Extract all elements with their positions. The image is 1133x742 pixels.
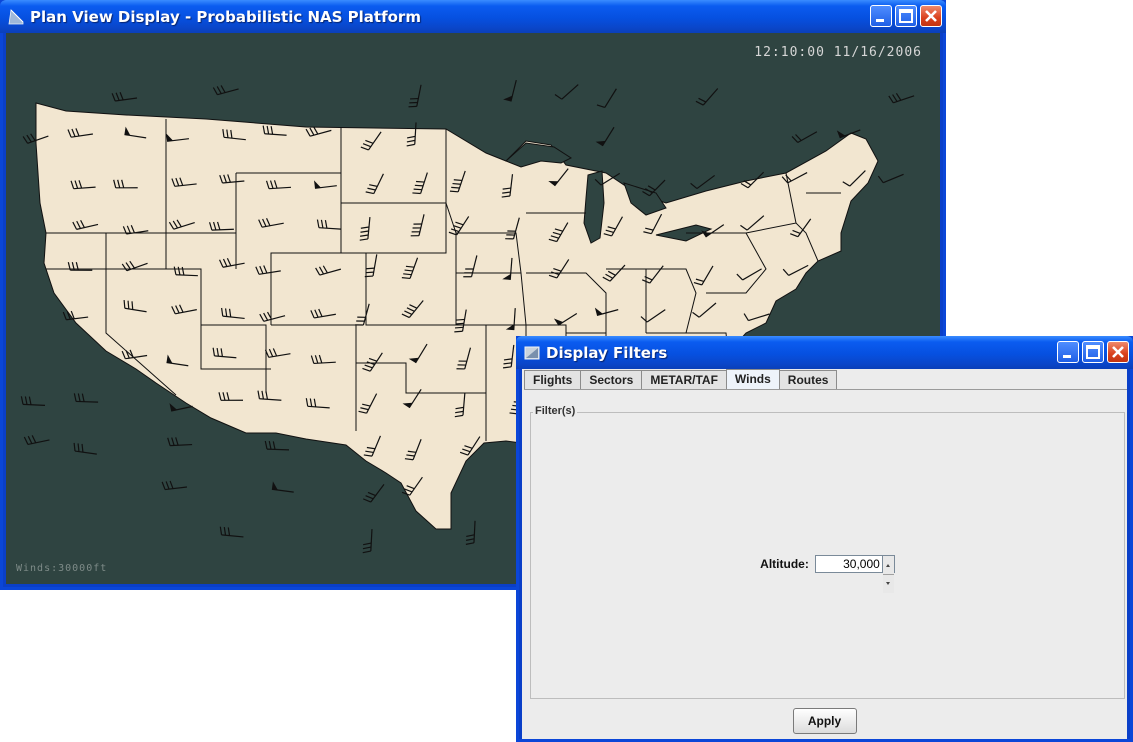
altitude-label: Altitude: xyxy=(760,557,809,571)
wind-barb xyxy=(212,85,239,96)
wind-barb xyxy=(888,93,915,104)
wind-barb xyxy=(219,526,244,538)
wind-barb xyxy=(554,84,579,100)
spin-up-button[interactable] xyxy=(882,556,894,574)
arrow-down-icon xyxy=(885,582,890,585)
altitude-input[interactable] xyxy=(814,555,883,573)
wind-barb xyxy=(877,173,904,184)
tab-routes[interactable]: Routes xyxy=(778,370,838,389)
minimize-button[interactable] xyxy=(1057,341,1079,363)
wind-barb xyxy=(264,440,290,451)
wind-barb xyxy=(271,481,294,493)
maximize-icon xyxy=(899,9,913,23)
spin-down-button[interactable] xyxy=(882,574,894,593)
altitude-spin-buttons xyxy=(882,555,895,593)
close-button[interactable] xyxy=(920,5,942,27)
close-icon xyxy=(925,10,937,22)
altitude-spinner xyxy=(814,555,895,593)
altitude-row: Altitude: xyxy=(531,555,1124,593)
wind-barb xyxy=(362,529,373,554)
tab-metar-taf[interactable]: METAR/TAF xyxy=(641,370,727,389)
winds-tab-panel: Filter(s) Altitude: xyxy=(524,389,1127,699)
apply-button[interactable]: Apply xyxy=(792,708,857,734)
tab-sectors[interactable]: Sectors xyxy=(580,370,643,389)
close-icon xyxy=(1112,346,1124,358)
arrow-up-icon xyxy=(885,564,890,567)
plan-view-titlebar[interactable]: Plan View Display - Probabilistic NAS Pl… xyxy=(0,0,946,33)
wind-barb xyxy=(791,131,818,143)
maximize-icon xyxy=(1086,345,1100,359)
close-button[interactable] xyxy=(1107,341,1129,363)
display-filters-window: Display Filters Flights Sectors METAR/TA… xyxy=(516,336,1133,742)
wind-barb xyxy=(695,88,719,106)
filters-group: Filter(s) Altitude: xyxy=(530,405,1125,699)
plan-view-title: Plan View Display - Probabilistic NAS Pl… xyxy=(30,8,421,26)
wind-barb xyxy=(595,126,615,147)
wind-barb xyxy=(503,79,517,102)
display-filters-title: Display Filters xyxy=(546,344,668,362)
wind-barb xyxy=(23,435,50,446)
wind-barb xyxy=(111,92,138,102)
wind-barb xyxy=(20,396,46,406)
wind-barb xyxy=(161,480,187,491)
app-icon xyxy=(8,9,24,25)
wind-barb xyxy=(167,437,193,447)
minimize-button[interactable] xyxy=(870,5,892,27)
wind-barb xyxy=(73,393,99,403)
winds-altitude-label: Winds:30000ft xyxy=(16,563,108,574)
maximize-button[interactable] xyxy=(1082,341,1104,363)
filter-tabs: Flights Sectors METAR/TAF Winds Routes xyxy=(524,369,838,390)
display-filters-content: Flights Sectors METAR/TAF Winds Routes F… xyxy=(522,369,1127,739)
filters-group-label: Filter(s) xyxy=(533,405,578,417)
wind-barb xyxy=(408,84,422,108)
tab-flights[interactable]: Flights xyxy=(524,370,582,389)
lake-michigan xyxy=(583,170,605,244)
tab-winds[interactable]: Winds xyxy=(725,369,780,390)
wind-barb xyxy=(596,88,617,109)
minimize-icon xyxy=(876,19,884,22)
wind-barb xyxy=(465,520,476,545)
wind-barb xyxy=(362,484,385,503)
wind-barb xyxy=(690,174,715,190)
app-icon xyxy=(524,346,540,360)
wind-barb xyxy=(73,442,97,455)
maximize-button[interactable] xyxy=(895,5,917,27)
display-filters-titlebar[interactable]: Display Filters xyxy=(516,336,1133,369)
minimize-icon xyxy=(1063,355,1071,358)
clock-readout: 12:10:00 11/16/2006 xyxy=(754,45,922,60)
